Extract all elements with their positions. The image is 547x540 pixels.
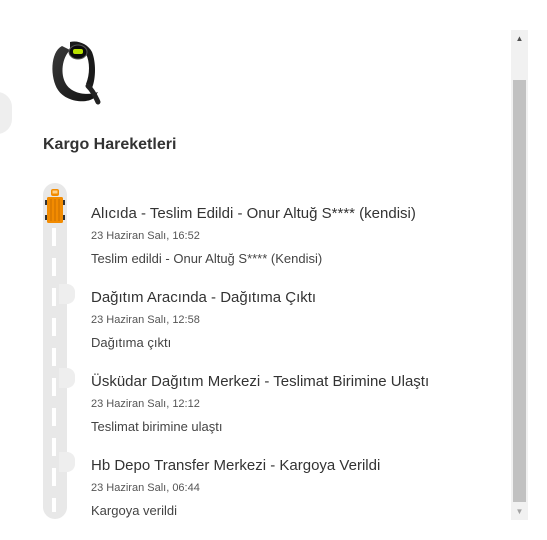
event-title: Dağıtım Aracında - Dağıtıma Çıktı bbox=[91, 289, 317, 306]
event-date: 23 Haziran Salı, 12:58 bbox=[91, 314, 200, 326]
section-title: Kargo Hareketleri bbox=[43, 136, 177, 153]
event-title: Alıcıda - Teslim Edildi - Onur Altuğ S**… bbox=[91, 205, 416, 222]
event-description: Kargoya verildi bbox=[91, 503, 177, 518]
event-date: 23 Haziran Salı, 06:44 bbox=[91, 482, 200, 494]
scroll-down-arrow-icon[interactable]: ▼ bbox=[511, 503, 528, 520]
event-title: Üsküdar Dağıtım Merkezi - Teslimat Birim… bbox=[91, 373, 430, 390]
truck-icon bbox=[45, 189, 65, 223]
event-title: Hb Depo Transfer Merkezi - Kargoya Veril… bbox=[91, 457, 381, 474]
scroll-up-arrow-icon[interactable]: ▲ bbox=[511, 30, 528, 47]
timeline-marker bbox=[59, 284, 75, 304]
vertical-scrollbar[interactable]: ▲ ▼ bbox=[511, 30, 528, 520]
timeline-marker bbox=[59, 452, 75, 472]
scrollbar-thumb[interactable] bbox=[513, 80, 526, 502]
event-date: 23 Haziran Salı, 16:52 bbox=[91, 230, 200, 242]
timeline-marker bbox=[59, 368, 75, 388]
side-decoration bbox=[0, 92, 12, 134]
timeline-event: Alıcıda - Teslim Edildi - Onur Altuğ S**… bbox=[91, 205, 416, 266]
timeline-event: Üsküdar Dağıtım Merkezi - Teslimat Birim… bbox=[91, 373, 429, 434]
timeline-event: Dağıtım Aracında - Dağıtıma Çıktı 23 Haz… bbox=[91, 289, 316, 350]
event-description: Teslimat birimine ulaştı bbox=[91, 419, 223, 434]
timeline-event: Hb Depo Transfer Merkezi - Kargoya Veril… bbox=[91, 457, 380, 518]
fitness-band-icon bbox=[52, 41, 101, 105]
timeline-dashes bbox=[52, 228, 56, 512]
event-description: Dağıtıma çıktı bbox=[91, 335, 172, 350]
event-description: Teslim edildi - Onur Altuğ S**** (Kendis… bbox=[91, 251, 323, 266]
event-date: 23 Haziran Salı, 12:12 bbox=[91, 398, 200, 410]
